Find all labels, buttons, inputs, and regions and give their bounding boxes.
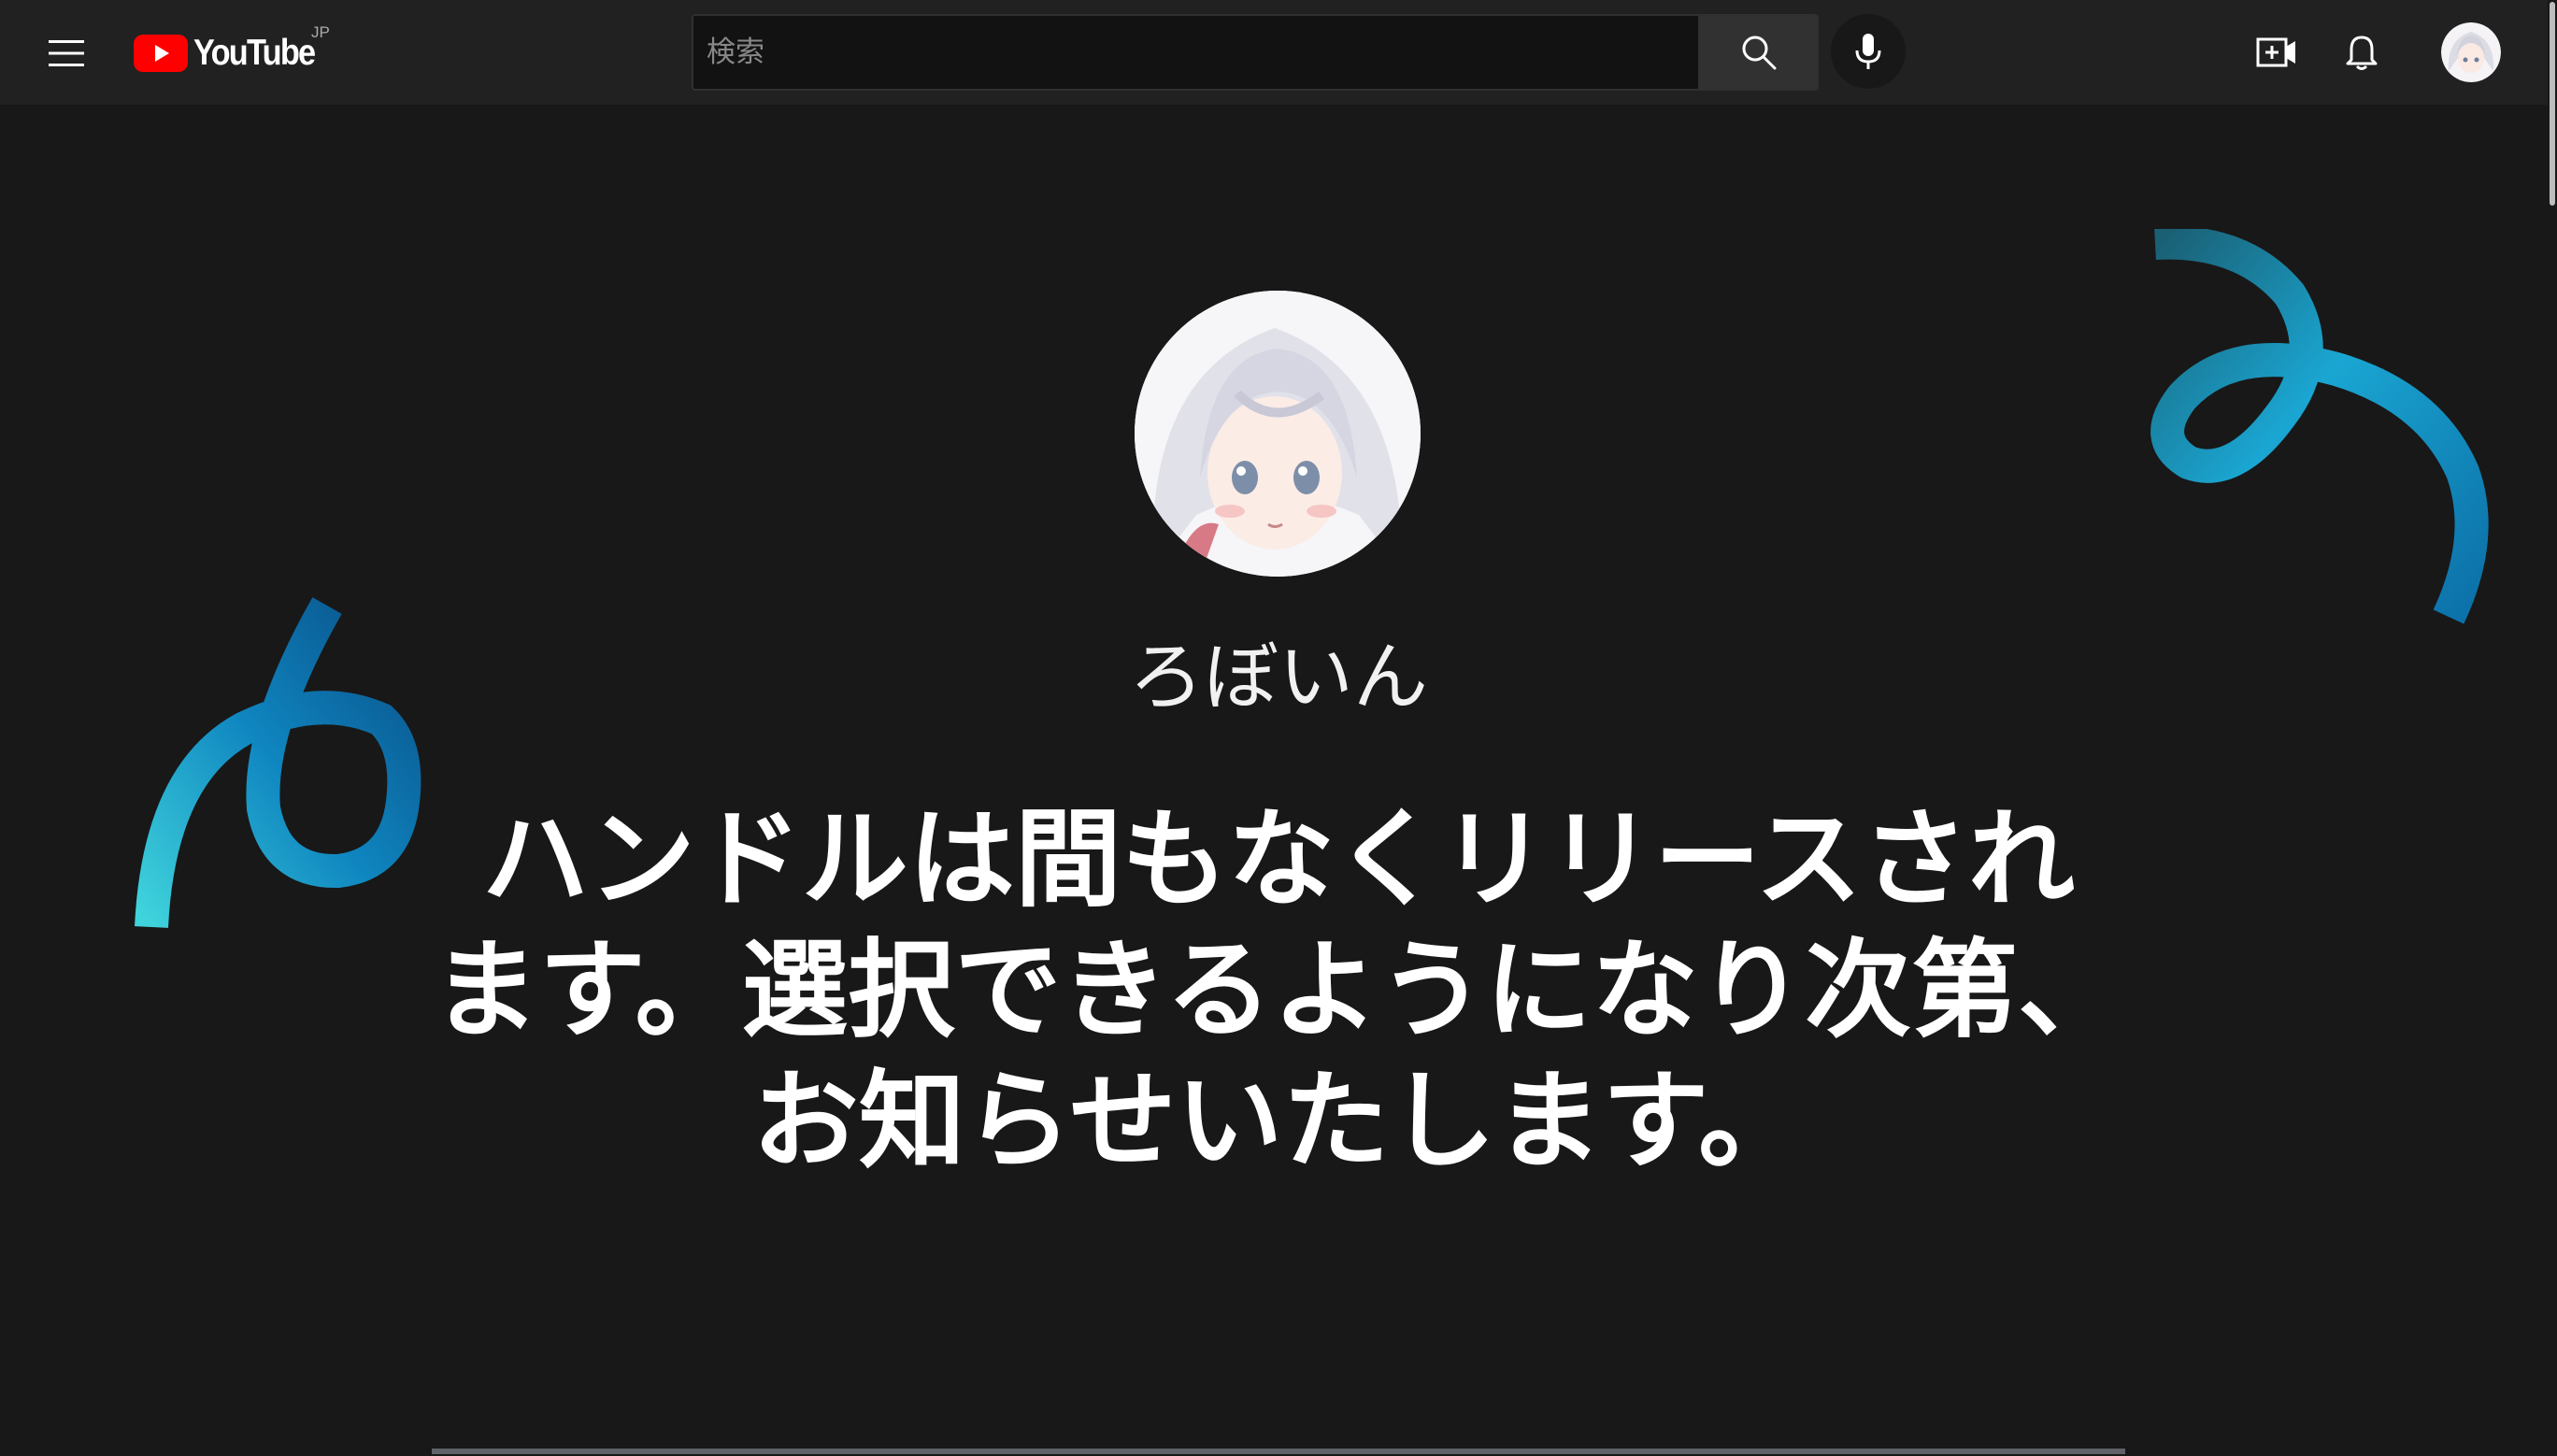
channel-name: ろぼいん: [1129, 634, 1428, 721]
decorative-swirl-right: [2150, 229, 2489, 624]
logo-region-code: JP: [311, 23, 330, 41]
search-box: [692, 14, 1819, 91]
logo-text: YouTube: [193, 33, 316, 73]
channel-avatar: [1135, 291, 1421, 577]
youtube-page: YouTube JP 検索 ろぼいん ハンドルは間もなくリリースされます。選択で…: [0, 0, 2557, 1456]
bell-icon: [2346, 36, 2378, 70]
channel-avatar-image: [1135, 291, 1421, 577]
notifications-button[interactable]: [2333, 23, 2391, 81]
create-video-icon: [2256, 37, 2295, 67]
search-icon: [1742, 36, 1776, 70]
scrollbar-thumb[interactable]: [2550, 2, 2555, 206]
youtube-play-logo-icon: [134, 35, 188, 72]
bottom-divider: [432, 1449, 2125, 1454]
handle-release-message: ハンドルは間もなくリリースされます。選択できるようになり次第、お知らせいたします…: [432, 797, 2125, 1183]
microphone-icon: [1855, 34, 1881, 69]
account-avatar-button[interactable]: [2441, 22, 2501, 82]
masthead: YouTube JP: [0, 0, 2548, 105]
youtube-logo[interactable]: YouTube: [134, 26, 331, 80]
page-scrollbar[interactable]: [2548, 0, 2557, 1456]
search-button[interactable]: [1698, 14, 1819, 91]
create-button[interactable]: [2248, 23, 2306, 81]
guide-menu-button[interactable]: [39, 26, 93, 80]
search-input[interactable]: [692, 14, 1698, 91]
voice-search-button[interactable]: [1831, 14, 1906, 89]
hamburger-menu-icon: [49, 40, 84, 66]
avatar: [2441, 22, 2501, 82]
